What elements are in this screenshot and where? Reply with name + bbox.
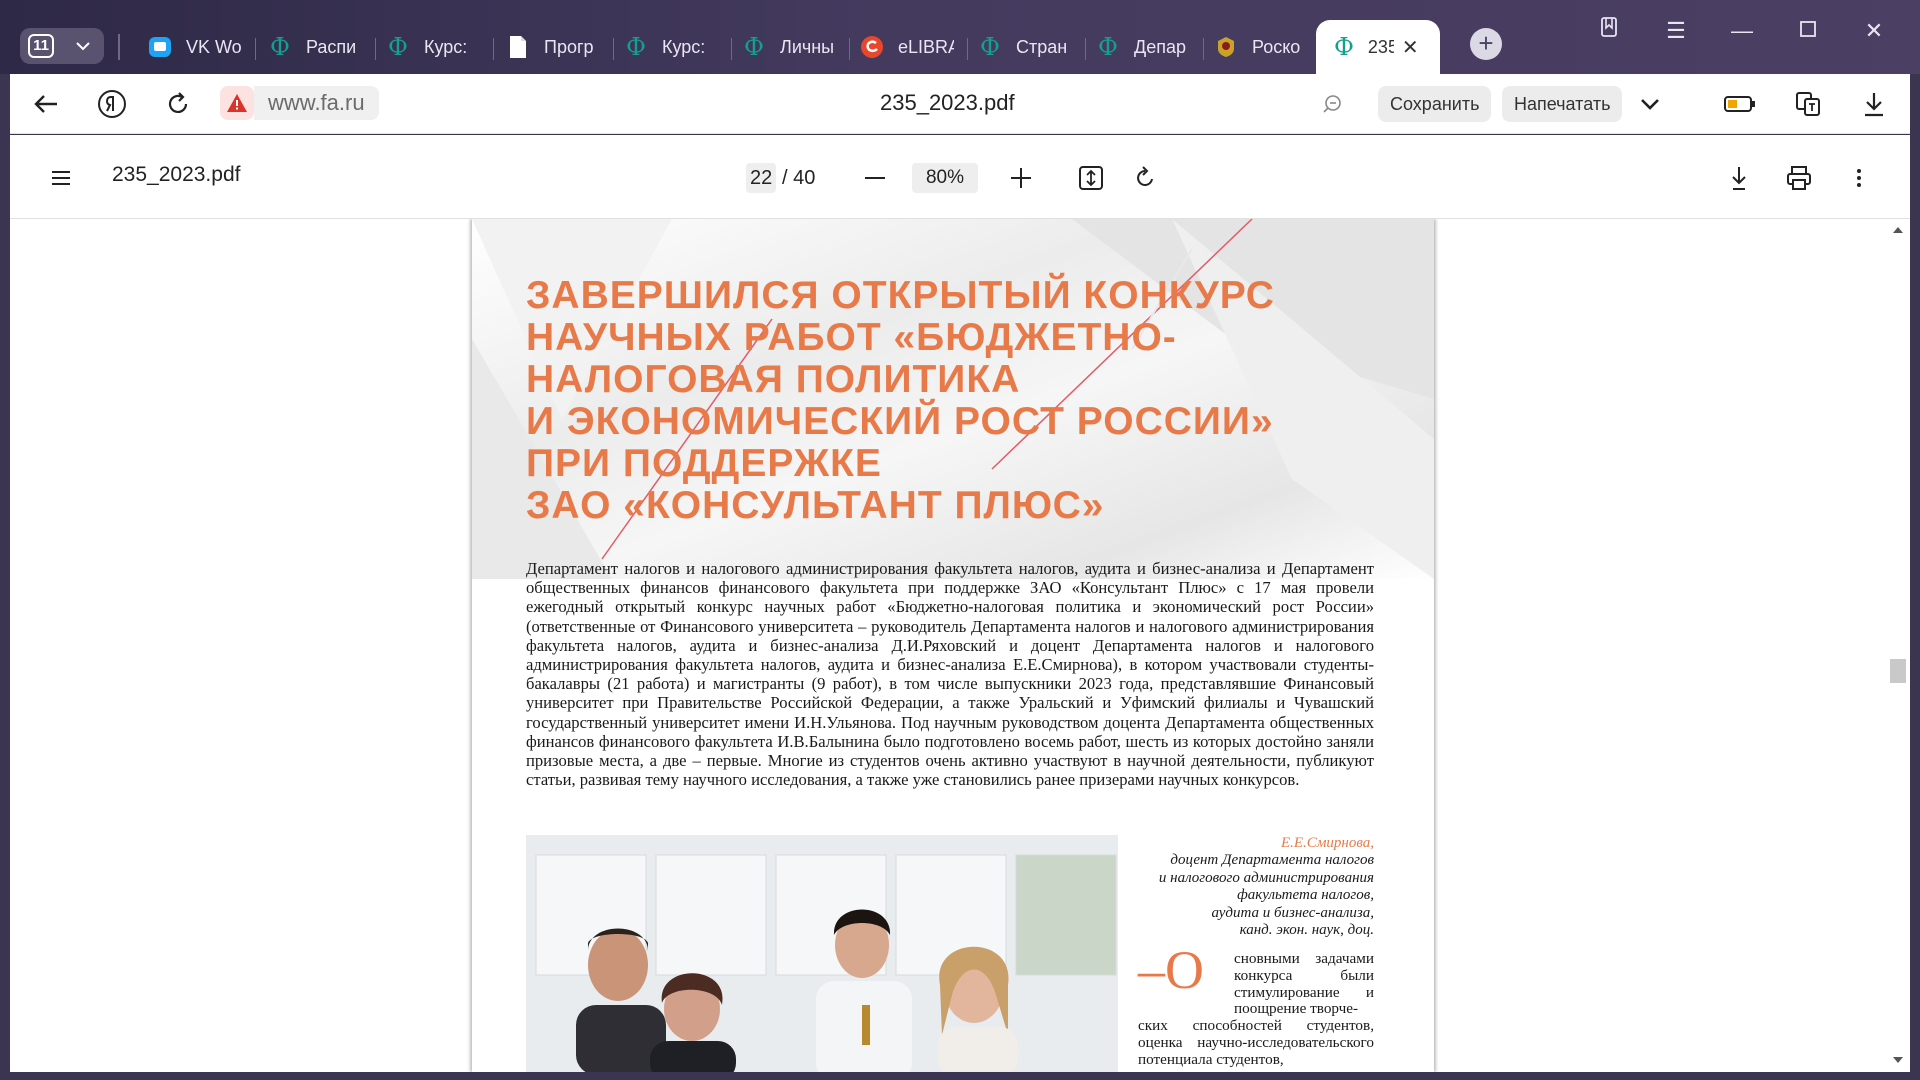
column-text-head: сновными задачами конкурса были стимулир… — [1234, 950, 1374, 1018]
page-total: / 40 — [782, 167, 816, 189]
fit-page-icon[interactable] — [1074, 161, 1108, 195]
tab-title: Распи — [306, 36, 357, 57]
security-warning-icon[interactable] — [220, 86, 254, 120]
document-title: 235_2023.pdf — [880, 90, 1015, 115]
download-pdf-icon[interactable] — [1722, 161, 1756, 195]
address-bar: www.fa.ru 235_2023.pdf Сохранить Напечат… — [10, 74, 1910, 134]
tab-vk-workspace[interactable]: VK Wo — [148, 30, 256, 64]
headline-line: ЗАО «КОНСУЛЬТАНТ ПЛЮС» — [526, 484, 1105, 527]
zoom-in-icon[interactable] — [1004, 161, 1038, 195]
fa-logo-icon: Ф — [626, 33, 646, 61]
chevron-down-icon[interactable] — [1634, 88, 1666, 120]
vk-messenger-icon — [148, 35, 172, 59]
fa-logo-icon: Ф — [388, 33, 408, 61]
tab-department[interactable]: Ф Депар — [1096, 30, 1204, 64]
back-arrow-icon[interactable] — [30, 88, 62, 120]
tab-page[interactable]: Ф Стран — [978, 30, 1086, 64]
author-title-line: доцент Департамента налогов — [1170, 852, 1374, 869]
tab-program[interactable]: Прогр — [506, 30, 614, 64]
print-icon[interactable] — [1782, 161, 1816, 195]
print-button[interactable]: Напечатать — [1502, 86, 1623, 122]
elibrary-icon — [860, 35, 884, 59]
tab-title: Курс: — [424, 36, 468, 57]
scroll-down-icon[interactable] — [1886, 1053, 1910, 1067]
chat-search-icon[interactable] — [1316, 88, 1348, 120]
tab-title: Депар — [1134, 36, 1186, 57]
tab-schedule[interactable]: Ф Распи — [268, 30, 376, 64]
url-field[interactable]: www.fa.ru — [254, 86, 379, 120]
fa-logo-icon: Ф — [1098, 33, 1118, 61]
fa-logo-icon: Ф — [270, 33, 290, 61]
yandex-logo-icon[interactable] — [96, 88, 128, 120]
tab-title: Личны — [780, 36, 835, 57]
tab-active-pdf[interactable]: Ф 235 ✕ — [1316, 20, 1440, 74]
column-text: сновными задачами конкурса были стимулир… — [1138, 950, 1374, 1069]
tab-title: Роско — [1252, 36, 1301, 57]
article-headline: ЗАВЕРШИЛСЯ ОТКРЫТЫЙ КОНКУРС НАУЧНЫХ РАБО… — [526, 275, 1346, 527]
tab-divider — [118, 34, 120, 60]
headline-line: ЗАВЕРШИЛСЯ ОТКРЫТЫЙ КОНКУРС — [526, 274, 1275, 317]
fa-logo-icon: Ф — [980, 33, 1000, 61]
tab-rosko[interactable]: Роско — [1214, 30, 1308, 64]
tab-strip: 11 VK Wo Ф Распи Ф Курс: Прогр Ф Курс: Ф… — [0, 0, 1920, 74]
save-button[interactable]: Сохранить — [1378, 86, 1492, 122]
fa-logo-icon: Ф — [1334, 33, 1354, 61]
document-icon — [506, 35, 530, 59]
zoom-level[interactable]: 80% — [912, 163, 978, 193]
pdf-filename: 235_2023.pdf — [112, 163, 241, 186]
tab-title: VK Wo — [186, 36, 242, 57]
headline-line: ПРИ ПОДДЕРЖКЕ — [526, 442, 882, 485]
students-photo — [526, 835, 1118, 1072]
author-title-line: аудита и бизнес-анализа, — [1211, 904, 1374, 921]
maximize-icon[interactable] — [1790, 16, 1826, 46]
pdf-toolbar: 235_2023.pdf 22 / 40 80% — [10, 135, 1910, 219]
zoom-out-icon[interactable] — [858, 161, 892, 195]
tab-title: eLIBRA — [898, 36, 954, 57]
reload-icon[interactable] — [162, 88, 194, 120]
tab-personal[interactable]: Ф Личны — [742, 30, 850, 64]
tab-title: Стран — [1016, 36, 1068, 57]
tab-elibrary[interactable]: eLIBRA — [860, 30, 968, 64]
new-tab-button[interactable]: + — [1470, 28, 1502, 60]
download-icon[interactable] — [1858, 88, 1890, 120]
author-block: Е.Е.Смирнова, доцент Департамента налого… — [1132, 835, 1374, 939]
fa-logo-icon: Ф — [744, 33, 764, 61]
hamburger-menu-icon[interactable] — [44, 161, 78, 195]
page-number-input[interactable]: 22 — [746, 163, 777, 193]
battery-saver-icon[interactable] — [1724, 88, 1756, 120]
emblem-icon — [1214, 35, 1238, 59]
pdf-page: ЗАВЕРШИЛСЯ ОТКРЫТЫЙ КОНКУРС НАУЧНЫХ РАБО… — [472, 219, 1434, 1072]
minimize-icon[interactable]: — — [1724, 16, 1760, 46]
scroll-up-icon[interactable] — [1886, 223, 1910, 237]
tab-count: 11 — [28, 34, 54, 58]
pdf-viewport[interactable]: ЗАВЕРШИЛСЯ ОТКРЫТЫЙ КОНКУРС НАУЧНЫХ РАБО… — [10, 219, 1910, 1072]
headline-line: НАЛОГОВАЯ ПОЛИТИКА — [526, 358, 1021, 401]
author-title-line: и налогового администрирования — [1158, 869, 1374, 886]
article-body: Департамент налогов и налогового админис… — [526, 559, 1374, 790]
column-text-rest: ских способностей студентов, оценка науч… — [1138, 1017, 1374, 1068]
tab-title: 235 — [1367, 36, 1394, 57]
more-options-icon[interactable] — [1842, 161, 1876, 195]
tab-course[interactable]: Ф Курс: — [386, 30, 494, 64]
bookmarks-icon[interactable] — [1592, 16, 1628, 46]
close-tab-icon[interactable]: ✕ — [1402, 35, 1419, 60]
scrollbar-thumb[interactable] — [1890, 659, 1906, 683]
author-name: Е.Е.Смирнова, — [1280, 835, 1374, 851]
headline-line: НАУЧНЫХ РАБОТ «БЮДЖЕТНО- — [526, 316, 1177, 359]
menu-icon[interactable]: ☰ — [1658, 16, 1694, 46]
author-title-line: факультета налогов, — [1237, 887, 1374, 904]
vertical-scrollbar[interactable] — [1886, 219, 1910, 1072]
author-title-line: канд. экон. наук, доц. — [1239, 922, 1374, 939]
chevron-down-icon — [76, 42, 90, 51]
close-window-icon[interactable]: ✕ — [1856, 16, 1892, 46]
rotate-icon[interactable] — [1128, 161, 1162, 195]
tab-course-2[interactable]: Ф Курс: — [624, 30, 732, 64]
tab-title: Курс: — [662, 36, 706, 57]
translate-icon[interactable] — [1792, 88, 1824, 120]
headline-line: И ЭКОНОМИЧЕСКИЙ РОСТ РОССИИ» — [526, 400, 1274, 443]
tab-counter-button[interactable]: 11 — [20, 28, 104, 64]
tab-title: Прогр — [544, 36, 594, 57]
